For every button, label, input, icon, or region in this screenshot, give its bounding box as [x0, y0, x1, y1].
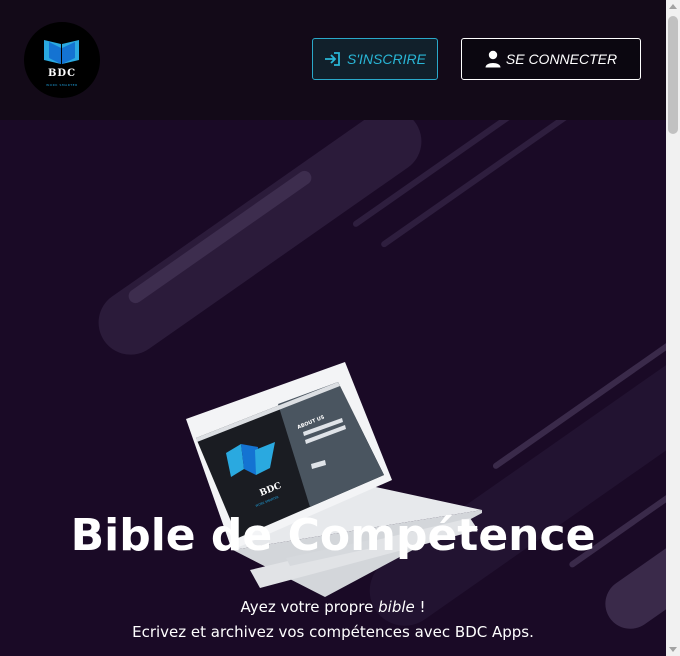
page: BDC WORK SMARTER ABOUT US Bible de Compé…: [0, 0, 666, 656]
hero-description: Ecrivez et archivez vos compétences avec…: [132, 623, 534, 641]
signup-button-label: S'INSCRIRE: [347, 51, 426, 67]
scroll-up-arrow[interactable]: [669, 4, 677, 9]
login-button-label: SE CONNECTER: [505, 51, 618, 67]
hero-tagline-prefix: Ayez votre propre: [240, 598, 379, 616]
page-scrollbar[interactable]: [666, 0, 680, 656]
brand-logo[interactable]: BDC WORK SMARTER: [24, 22, 100, 98]
laptop-illustration: BDC WORK SMARTER ABOUT US: [186, 362, 482, 597]
hero-title: Bible de Compétence: [70, 510, 596, 561]
hero-tagline: Ayez votre propre bible !: [0, 598, 666, 616]
logo-subtitle: WORK SMARTER: [46, 83, 78, 87]
scroll-down-arrow[interactable]: [669, 647, 677, 652]
login-button[interactable]: SE CONNECTER: [461, 38, 641, 80]
logo-title: BDC: [47, 68, 77, 79]
user-icon: [485, 50, 501, 68]
scroll-thumb[interactable]: [668, 16, 678, 134]
hero-tagline-emphasis: bible: [378, 598, 415, 616]
sign-in-icon: [324, 51, 342, 67]
hero-tagline-suffix: !: [414, 598, 426, 616]
signup-button[interactable]: S'INSCRIRE: [312, 38, 438, 80]
header-bar: BDC WORK SMARTER S'INSCRIRE SE CONNECTER: [0, 0, 666, 120]
hero-section: BDC WORK SMARTER ABOUT US Bible de Compé…: [0, 120, 666, 656]
